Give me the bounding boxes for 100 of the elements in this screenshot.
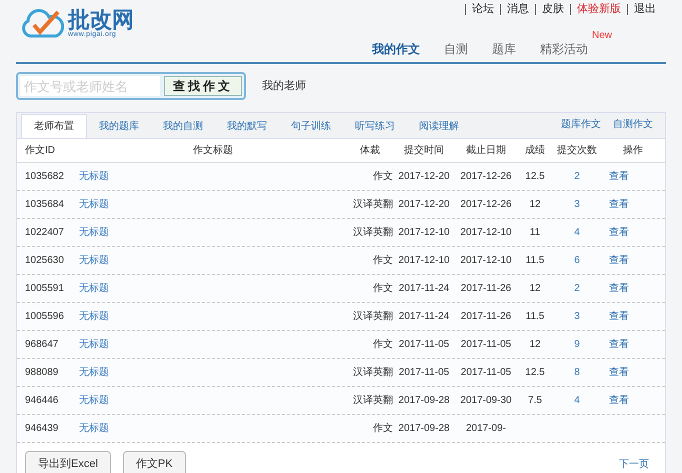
table-cell-text: 1005596 bbox=[24, 310, 65, 324]
view-link[interactable]: 查看 bbox=[601, 309, 665, 324]
table-cell-text: 2017-12-26 bbox=[459, 198, 513, 212]
table-cell-text: 1035684 bbox=[24, 198, 65, 212]
nav-tab[interactable]: 题库 bbox=[492, 40, 516, 58]
count-link[interactable]: 9 bbox=[553, 337, 601, 352]
tab[interactable]: 听写练习 bbox=[343, 114, 407, 138]
table-cell-text: 2017-11-26 bbox=[460, 310, 512, 324]
table-cell-text: 1005591 bbox=[24, 282, 65, 296]
tab[interactable]: 阅读理解 bbox=[407, 114, 471, 138]
tab[interactable]: 老师布置 bbox=[21, 114, 87, 138]
table-cell-text: 汉译英翻 bbox=[352, 394, 393, 408]
count-link[interactable]: 2 bbox=[553, 281, 601, 296]
table-cell-text: 汉译英翻 bbox=[352, 310, 393, 324]
tab-link[interactable]: 自测作文 bbox=[613, 117, 653, 132]
table-cell-text: 2017-12-10 bbox=[459, 226, 513, 240]
title-link[interactable]: 无标题 bbox=[79, 281, 109, 296]
title-link[interactable]: 无标题 bbox=[79, 337, 109, 352]
top-link[interactable]: 论坛 bbox=[465, 4, 500, 15]
top-link[interactable]: 体验新版 bbox=[570, 4, 627, 15]
table-cell-text: 2017-11-24 bbox=[398, 310, 450, 324]
footer-button[interactable]: 作文PK bbox=[122, 451, 186, 473]
count-link[interactable]: 3 bbox=[553, 197, 601, 212]
table-cell-text: 12.5 bbox=[524, 366, 546, 380]
title-link[interactable]: 无标题 bbox=[79, 169, 109, 184]
table-cell-text: 7.5 bbox=[527, 394, 543, 408]
table-cell-text: 汉译英翻 bbox=[352, 198, 393, 212]
title-link[interactable]: 无标题 bbox=[79, 197, 109, 212]
tab-link[interactable]: 题库作文 bbox=[561, 117, 601, 132]
table-cell-text: 946446 bbox=[24, 394, 60, 408]
top-link[interactable]: 退出 bbox=[627, 4, 662, 15]
table-cell-text: 汉译英翻 bbox=[352, 366, 393, 380]
table-cell-text: 1025630 bbox=[24, 254, 65, 268]
column-header: 提交次数 bbox=[556, 144, 598, 158]
table-cell-text: 2017-12-10 bbox=[459, 254, 513, 268]
top-link[interactable]: 皮肤 bbox=[535, 4, 570, 15]
column-header: 截止日期 bbox=[465, 144, 507, 158]
new-label: New bbox=[592, 29, 612, 43]
view-link[interactable]: 查看 bbox=[601, 169, 665, 184]
table-cell-text: 988089 bbox=[24, 366, 60, 380]
table-cell-text: 2017-09- bbox=[464, 422, 508, 436]
view-link[interactable]: 查看 bbox=[601, 225, 665, 240]
column-header: 操作 bbox=[622, 144, 644, 158]
table-cell-text: 2017-12-10 bbox=[397, 254, 451, 268]
column-header: 成绩 bbox=[524, 144, 546, 158]
view-link[interactable]: 查看 bbox=[601, 365, 665, 380]
count-link[interactable]: 4 bbox=[553, 393, 601, 408]
footer-button[interactable]: 导出到Excel bbox=[25, 451, 111, 473]
title-link[interactable]: 无标题 bbox=[79, 421, 109, 436]
table-cell-text: 汉译英翻 bbox=[352, 226, 393, 240]
table-cell-text: 2017-11-26 bbox=[460, 282, 512, 296]
title-link[interactable]: 无标题 bbox=[79, 393, 109, 408]
table-cell-text: 11 bbox=[528, 226, 542, 240]
title-link[interactable]: 无标题 bbox=[79, 225, 109, 240]
table-cell-text: 11.5 bbox=[524, 254, 546, 268]
count-link[interactable]: 3 bbox=[553, 309, 601, 324]
tab[interactable]: 句子训练 bbox=[279, 114, 343, 138]
search-button[interactable]: 查找作文 bbox=[164, 76, 242, 96]
title-link[interactable]: 无标题 bbox=[79, 253, 109, 268]
view-link[interactable]: 查看 bbox=[601, 393, 665, 408]
count-link[interactable]: 6 bbox=[553, 253, 601, 268]
table-cell-text: 2017-12-20 bbox=[397, 170, 451, 184]
tab[interactable]: 我的自测 bbox=[151, 114, 215, 138]
table-cell-text: 12 bbox=[528, 282, 542, 296]
title-link[interactable]: 无标题 bbox=[79, 365, 109, 380]
table-cell-text: 作文 bbox=[372, 282, 393, 296]
table-cell-text: 2017-11-24 bbox=[398, 282, 450, 296]
table-cell-text: 作文 bbox=[372, 338, 393, 352]
column-header: 作文标题 bbox=[192, 144, 234, 158]
count-link[interactable]: 2 bbox=[553, 169, 601, 184]
column-header: 作文ID bbox=[24, 144, 56, 158]
table-cell-text: 1022407 bbox=[24, 226, 65, 240]
table-cell-text: 2017-09-28 bbox=[397, 422, 451, 436]
table-cell-text: 12 bbox=[528, 338, 542, 352]
view-link[interactable]: 查看 bbox=[601, 253, 665, 268]
column-header: 体裁 bbox=[359, 144, 381, 158]
table-cell-text: 2017-09-28 bbox=[397, 394, 451, 408]
nav-tab[interactable]: 我的作文 bbox=[372, 40, 420, 58]
nav-tab[interactable]: 自测 bbox=[444, 40, 468, 58]
tab[interactable]: 我的题库 bbox=[87, 114, 151, 138]
table-cell-text: 2017-12-20 bbox=[397, 198, 451, 212]
title-link[interactable]: 无标题 bbox=[79, 309, 109, 324]
table-cell-text: 12.5 bbox=[524, 170, 546, 184]
view-link[interactable]: 查看 bbox=[601, 337, 665, 352]
table-cell-text: 2017-09-30 bbox=[459, 394, 513, 408]
teacher-label: 我的老师 bbox=[262, 78, 306, 94]
view-link[interactable]: 查看 bbox=[601, 281, 665, 296]
column-header: 提交时间 bbox=[403, 144, 445, 158]
top-link[interactable]: 消息 bbox=[500, 4, 535, 15]
tab[interactable]: 我的默写 bbox=[215, 114, 279, 138]
cloud-check-logo-icon bbox=[20, 8, 64, 38]
next-page-link[interactable]: 下一页 bbox=[619, 456, 657, 472]
table-cell-text: 2017-11-05 bbox=[398, 366, 450, 380]
table-cell-text: 946439 bbox=[24, 422, 60, 436]
table-cell-text: 2017-11-05 bbox=[398, 338, 450, 352]
count-link[interactable]: 8 bbox=[553, 365, 601, 380]
table-cell-text: 作文 bbox=[372, 422, 393, 436]
table-cell-text: 作文 bbox=[372, 170, 393, 184]
view-link[interactable]: 查看 bbox=[601, 197, 665, 212]
count-link[interactable]: 4 bbox=[553, 225, 601, 240]
